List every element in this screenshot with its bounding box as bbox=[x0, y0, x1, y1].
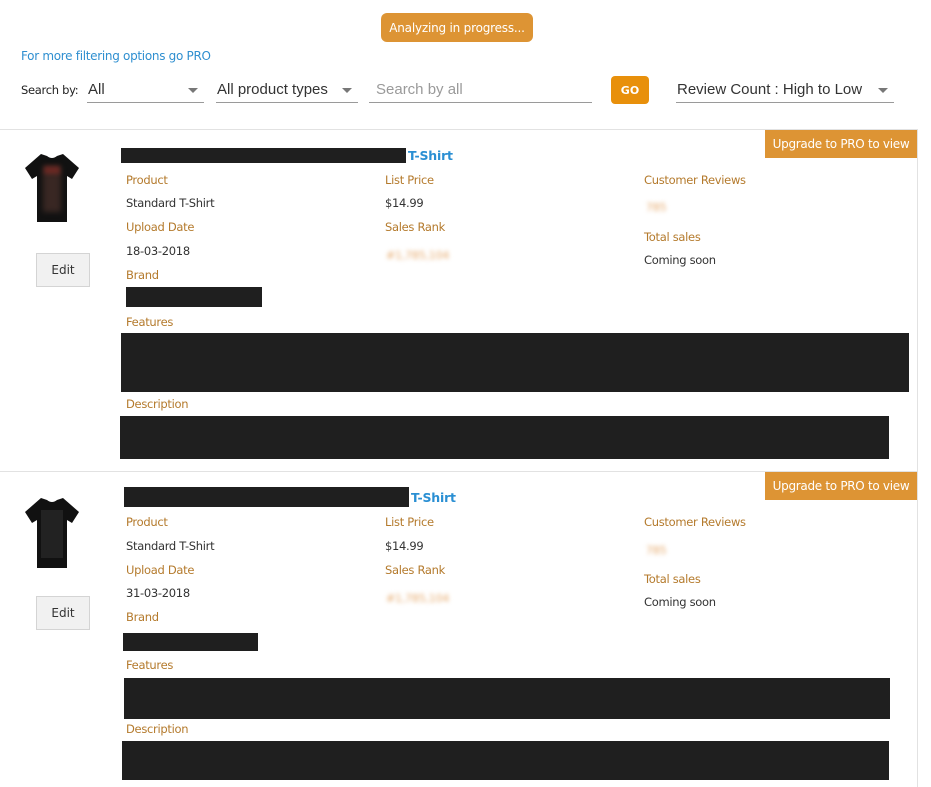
analyzing-status-badge: Analyzing in progress... bbox=[381, 13, 533, 42]
product-value: Standard T-Shirt bbox=[126, 196, 215, 210]
list-price-value: $14.99 bbox=[385, 539, 424, 553]
search-input[interactable] bbox=[369, 76, 592, 103]
search-by-label: Search by: bbox=[21, 83, 79, 97]
redacted-title bbox=[121, 148, 406, 163]
upgrade-to-pro-button[interactable]: Upgrade to PRO to view bbox=[765, 130, 917, 158]
product-label: Product bbox=[126, 173, 168, 187]
redacted-description bbox=[122, 741, 889, 780]
features-label: Features bbox=[126, 658, 174, 672]
features-label: Features bbox=[126, 315, 174, 329]
description-label: Description bbox=[126, 397, 189, 411]
upload-date-value: 31-03-2018 bbox=[126, 586, 190, 600]
product-type-value: All product types bbox=[217, 80, 328, 98]
product-card: Upgrade to PRO to view Edit T-Shirt Prod… bbox=[0, 129, 918, 471]
edit-button[interactable]: Edit bbox=[36, 253, 90, 287]
customer-reviews-value-blurred: 785 bbox=[646, 544, 667, 557]
brand-label: Brand bbox=[126, 268, 159, 282]
redacted-brand bbox=[123, 633, 258, 651]
sort-select[interactable]: Review Count : High to Low bbox=[676, 76, 894, 103]
search-by-select[interactable]: All bbox=[87, 76, 204, 103]
sales-rank-label: Sales Rank bbox=[385, 220, 445, 234]
product-title-link[interactable]: T-Shirt bbox=[411, 490, 456, 505]
chevron-down-icon bbox=[878, 88, 888, 93]
product-title-link[interactable]: T-Shirt bbox=[408, 148, 453, 163]
upload-date-label: Upload Date bbox=[126, 220, 195, 234]
list-price-label: List Price bbox=[385, 515, 434, 529]
redacted-brand bbox=[126, 287, 262, 307]
total-sales-value: Coming soon bbox=[644, 253, 716, 267]
sales-rank-value-blurred: #1,785,104 bbox=[386, 249, 450, 262]
upgrade-to-pro-button[interactable]: Upgrade to PRO to view bbox=[765, 472, 917, 500]
product-value: Standard T-Shirt bbox=[126, 539, 215, 553]
list-price-value: $14.99 bbox=[385, 196, 424, 210]
list-price-label: List Price bbox=[385, 173, 434, 187]
tshirt-thumbnail-image bbox=[25, 154, 79, 222]
chevron-down-icon bbox=[188, 88, 198, 93]
upload-date-value: 18-03-2018 bbox=[126, 244, 190, 258]
redacted-features bbox=[121, 333, 909, 392]
sales-rank-label: Sales Rank bbox=[385, 563, 445, 577]
redacted-features bbox=[124, 678, 890, 719]
customer-reviews-value-blurred: 785 bbox=[646, 201, 667, 214]
upload-date-label: Upload Date bbox=[126, 563, 195, 577]
product-card: Upgrade to PRO to view Edit T-Shirt Prod… bbox=[0, 471, 918, 787]
product-label: Product bbox=[126, 515, 168, 529]
total-sales-label: Total sales bbox=[644, 230, 701, 244]
redacted-title bbox=[124, 487, 409, 507]
redacted-description bbox=[120, 416, 889, 459]
brand-label: Brand bbox=[126, 610, 159, 624]
description-label: Description bbox=[126, 722, 189, 736]
go-button[interactable]: GO bbox=[611, 76, 649, 104]
sort-value: Review Count : High to Low bbox=[677, 80, 863, 98]
go-pro-link[interactable]: For more filtering options go PRO bbox=[21, 49, 211, 63]
customer-reviews-label: Customer Reviews bbox=[644, 173, 746, 187]
total-sales-label: Total sales bbox=[644, 572, 701, 586]
sales-rank-value-blurred: #1,785,104 bbox=[386, 592, 450, 605]
tshirt-thumbnail-image bbox=[25, 498, 79, 568]
chevron-down-icon bbox=[342, 88, 352, 93]
customer-reviews-label: Customer Reviews bbox=[644, 515, 746, 529]
total-sales-value: Coming soon bbox=[644, 595, 716, 609]
search-by-value: All bbox=[88, 80, 105, 98]
product-type-select[interactable]: All product types bbox=[216, 76, 358, 103]
edit-button[interactable]: Edit bbox=[36, 596, 90, 630]
